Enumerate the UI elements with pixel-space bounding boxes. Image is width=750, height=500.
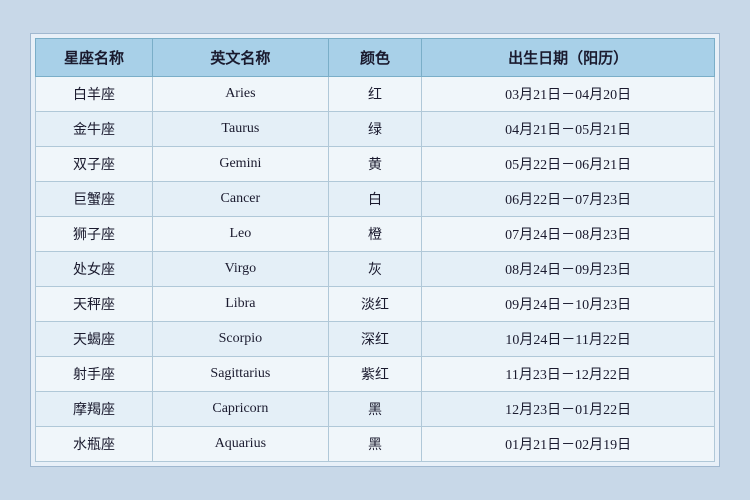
table-row: 金牛座Taurus绿04月21日－05月21日 [36, 112, 715, 147]
header-date: 出生日期（阳历） [422, 39, 715, 77]
table-row: 天蝎座Scorpio深红10月24日－11月22日 [36, 322, 715, 357]
table-row: 狮子座Leo橙07月24日－08月23日 [36, 217, 715, 252]
table-row: 白羊座Aries红03月21日－04月20日 [36, 77, 715, 112]
cell-en: Taurus [153, 112, 329, 147]
cell-color: 绿 [328, 112, 422, 147]
cell-en: Cancer [153, 182, 329, 217]
cell-zh: 射手座 [36, 357, 153, 392]
cell-en: Gemini [153, 147, 329, 182]
cell-color: 黑 [328, 392, 422, 427]
cell-zh: 金牛座 [36, 112, 153, 147]
cell-date: 09月24日－10月23日 [422, 287, 715, 322]
cell-en: Leo [153, 217, 329, 252]
cell-zh: 处女座 [36, 252, 153, 287]
cell-en: Scorpio [153, 322, 329, 357]
cell-date: 10月24日－11月22日 [422, 322, 715, 357]
table-row: 双子座Gemini黄05月22日－06月21日 [36, 147, 715, 182]
cell-zh: 巨蟹座 [36, 182, 153, 217]
zodiac-table-container: 星座名称 英文名称 颜色 出生日期（阳历） 白羊座Aries红03月21日－04… [30, 33, 720, 467]
cell-date: 04月21日－05月21日 [422, 112, 715, 147]
table-row: 射手座Sagittarius紫红11月23日－12月22日 [36, 357, 715, 392]
cell-en: Capricorn [153, 392, 329, 427]
cell-en: Sagittarius [153, 357, 329, 392]
cell-date: 08月24日－09月23日 [422, 252, 715, 287]
cell-date: 05月22日－06月21日 [422, 147, 715, 182]
cell-date: 01月21日－02月19日 [422, 427, 715, 462]
cell-color: 灰 [328, 252, 422, 287]
cell-en: Virgo [153, 252, 329, 287]
header-en: 英文名称 [153, 39, 329, 77]
table-row: 水瓶座Aquarius黑01月21日－02月19日 [36, 427, 715, 462]
zodiac-table: 星座名称 英文名称 颜色 出生日期（阳历） 白羊座Aries红03月21日－04… [35, 38, 715, 462]
table-body: 白羊座Aries红03月21日－04月20日金牛座Taurus绿04月21日－0… [36, 77, 715, 462]
cell-en: Aries [153, 77, 329, 112]
cell-color: 紫红 [328, 357, 422, 392]
table-row: 摩羯座Capricorn黑12月23日－01月22日 [36, 392, 715, 427]
table-row: 巨蟹座Cancer白06月22日－07月23日 [36, 182, 715, 217]
cell-color: 黄 [328, 147, 422, 182]
cell-date: 03月21日－04月20日 [422, 77, 715, 112]
cell-zh: 天秤座 [36, 287, 153, 322]
table-row: 处女座Virgo灰08月24日－09月23日 [36, 252, 715, 287]
cell-date: 12月23日－01月22日 [422, 392, 715, 427]
cell-color: 红 [328, 77, 422, 112]
cell-color: 黑 [328, 427, 422, 462]
cell-color: 淡红 [328, 287, 422, 322]
cell-date: 11月23日－12月22日 [422, 357, 715, 392]
header-color: 颜色 [328, 39, 422, 77]
cell-zh: 水瓶座 [36, 427, 153, 462]
cell-date: 07月24日－08月23日 [422, 217, 715, 252]
cell-zh: 摩羯座 [36, 392, 153, 427]
table-header-row: 星座名称 英文名称 颜色 出生日期（阳历） [36, 39, 715, 77]
cell-color: 橙 [328, 217, 422, 252]
cell-date: 06月22日－07月23日 [422, 182, 715, 217]
cell-zh: 狮子座 [36, 217, 153, 252]
cell-en: Libra [153, 287, 329, 322]
cell-zh: 白羊座 [36, 77, 153, 112]
cell-color: 白 [328, 182, 422, 217]
table-row: 天秤座Libra淡红09月24日－10月23日 [36, 287, 715, 322]
cell-zh: 天蝎座 [36, 322, 153, 357]
cell-color: 深红 [328, 322, 422, 357]
cell-zh: 双子座 [36, 147, 153, 182]
header-zh: 星座名称 [36, 39, 153, 77]
cell-en: Aquarius [153, 427, 329, 462]
